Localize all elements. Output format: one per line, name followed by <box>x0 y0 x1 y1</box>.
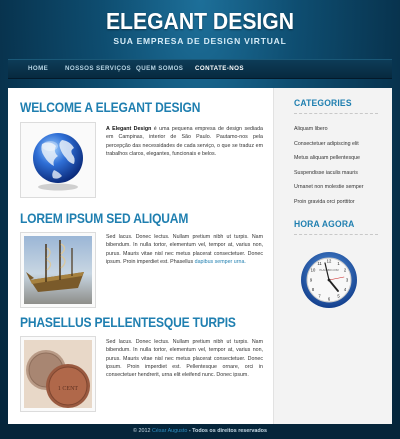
nav-item-home[interactable]: HOME <box>28 65 48 72</box>
categories-title: CATEGORIES <box>294 98 352 109</box>
svg-text:11: 11 <box>317 261 322 266</box>
site-tagline: SUA EMPRESA DE DESIGN VIRTUAL <box>113 36 287 46</box>
lorem-text: Sed lacus. Donec lectus. Nullam pretium … <box>106 233 263 266</box>
section-title-lorem: LOREM IPSUM SED ALIQUAM <box>20 210 189 226</box>
footer-rights: - Todos os direitos reservados <box>187 428 267 434</box>
welcome-text-bold: A Elegant Design <box>106 126 152 132</box>
site-header: ELEGANT DESIGN SUA EMPRESA DE DESIGN VIR… <box>0 0 400 56</box>
clock-title: HORA AGORA <box>294 219 355 230</box>
svg-text:10: 10 <box>311 268 316 273</box>
nav-item-quem-somos[interactable]: QUEM SOMOS <box>136 65 183 72</box>
category-item[interactable]: Consectetuer adipiscing elit <box>294 140 389 155</box>
globe-image <box>20 122 96 198</box>
phasellus-text-body: Sed lacus. Donec lectus. Nullam pretium … <box>106 339 263 379</box>
nav-item-servicos[interactable]: NOSSOS SERVIÇOS <box>65 65 131 72</box>
nav-item-contato[interactable]: CONTATE-NOS <box>195 65 244 72</box>
ship-image <box>20 232 96 308</box>
category-item[interactable]: Proin gravida orci porttitor <box>294 198 389 213</box>
welcome-text: A Elegant Design é uma pequena empresa d… <box>106 125 263 158</box>
section-title-phasellus: PHASELLUS PELLENTESQUE TURPIS <box>20 314 236 330</box>
main-nav: HOME NOSSOS SERVIÇOS QUEM SOMOS CONTATE-… <box>8 59 392 79</box>
content-area: WELCOME A ELEGANT DESIGN A Elegant Desig… <box>8 88 392 424</box>
category-item[interactable]: Metus aliquam pellentesque <box>294 154 389 169</box>
clock-divider <box>294 234 378 235</box>
footer-year: © 2012 <box>133 428 151 434</box>
sidebar: CATEGORIES Aliquam libero Consectetuer a… <box>273 88 392 424</box>
coins-image: 1 CENT <box>20 336 96 412</box>
phasellus-text: Sed lacus. Donec lectus. Nullam pretium … <box>106 338 263 379</box>
site-logo[interactable]: ELEGANT DESIGN <box>16 8 384 35</box>
main-column: WELCOME A ELEGANT DESIGN A Elegant Desig… <box>8 88 273 424</box>
globe-icon <box>33 133 83 191</box>
category-item[interactable]: Urnanet non molestie semper <box>294 183 389 198</box>
clock-brand: PLACEBO.COM <box>319 268 338 272</box>
clock-widget: 12 1 2 3 4 5 6 7 8 9 10 11 PLACEBO.COM <box>300 251 358 309</box>
section-title-welcome: WELCOME A ELEGANT DESIGN <box>20 99 201 115</box>
clock-icon: 12 1 2 3 4 5 6 7 8 9 10 11 PLACEBO.COM <box>301 252 357 308</box>
category-item[interactable]: Aliquam libero <box>294 125 389 140</box>
category-list: Aliquam libero Consectetuer adipiscing e… <box>294 125 389 213</box>
categories-divider <box>294 113 378 114</box>
category-item[interactable]: Suspendisse iaculis mauris <box>294 169 389 184</box>
ship-icon <box>26 240 84 292</box>
dapibus-link[interactable]: dapibus semper urna. <box>195 259 246 265</box>
site-footer: © 2012 César Augusto - Todos os direitos… <box>0 424 400 439</box>
footer-author-link[interactable]: César Augusto <box>152 428 187 434</box>
svg-text:1 CENT: 1 CENT <box>58 386 79 392</box>
coins-icon: 1 CENT <box>26 350 90 408</box>
svg-text:12: 12 <box>327 259 332 264</box>
